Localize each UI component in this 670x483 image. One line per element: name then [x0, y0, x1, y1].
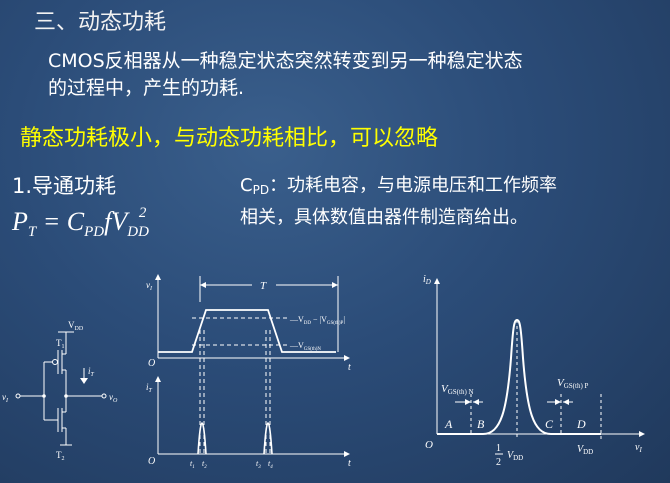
waveform-t-axis-top: t [348, 362, 351, 373]
cpd-note-line-1-text: ：功耗电容，与电源电压和工作频率 [269, 175, 558, 196]
intro-line-2: 的过程中，产生的功耗. [48, 77, 245, 99]
waveform-level-low-label: —VGS(th)N [289, 341, 321, 352]
intro-line-1: CMOS反相器从一种稳定状态突然转变到另一种稳定状态 [48, 50, 523, 72]
transfer-vi-axis-label: vI [635, 442, 642, 454]
waveform-diagram: vI iT T —VDD − |VGS(th)P| —VGS(th)N O O … [146, 274, 351, 470]
circuit-vo-label: vO [109, 392, 118, 404]
formula-p-sub: T [27, 224, 37, 240]
power-formula: PT = CPDfVDD 2 [12, 205, 149, 241]
cpd-note-line-2: 相关，具体数值由器件制造商给出。 [240, 207, 528, 228]
circuit-t1-label: T1 [56, 338, 65, 350]
intro-paragraph: CMOS反相器从一种稳定状态突然转变到另一种稳定状态 的过程中，产生的功耗. [48, 48, 523, 102]
transfer-vdd-label: VDD [577, 444, 593, 456]
transfer-region-b: B [477, 417, 485, 431]
waveform-t3-label: t3 [256, 459, 261, 470]
cpd-note-line-1: CPD：功耗电容，与电源电压和工作频率 [240, 172, 557, 204]
circuit-it-label: iT [88, 366, 95, 378]
waveform-t-axis-bottom: t [348, 458, 351, 469]
circuit-t2-label: T2 [56, 450, 65, 460]
formula-v-sup: 2 [138, 205, 147, 221]
waveform-origin-top: O [148, 358, 155, 369]
transfer-region-c: C [545, 417, 554, 431]
transfer-origin-label: O [425, 439, 433, 451]
circuit-vi-label: vI [2, 392, 9, 404]
cmos-inverter-circuit: VDD T1 T2 vI vO iT [2, 320, 118, 460]
formula-eq-c: = C [36, 207, 85, 236]
waveform-it-axis-label: iT [146, 382, 153, 394]
transfer-half-vdd-label: VDD [507, 450, 523, 462]
transfer-vgsn-label: VGS(th) N [441, 383, 474, 396]
subheading-conduction-power: 1.导通功耗 [12, 174, 117, 198]
waveform-t1-label: t1 [190, 459, 195, 470]
waveform-t2-label: t2 [202, 459, 207, 470]
circuit-vdd-label: VDD [68, 320, 84, 332]
formula-c-sub: PD [84, 224, 105, 240]
transfer-half-numerator: 1 [496, 443, 501, 454]
cpd-symbol-sub: PD [252, 183, 270, 197]
cpd-symbol: C [240, 175, 253, 196]
formula-v-sub: DD [127, 224, 149, 240]
waveform-origin-bottom: O [148, 456, 155, 467]
transfer-characteristic-diagram: iD vI O VGS(th) N VGS(th) P A B C D 1 2 … [423, 274, 645, 468]
waveform-vi-axis-label: vI [146, 280, 153, 292]
waveform-period-label: T [260, 280, 267, 292]
formula-p: P [12, 207, 28, 236]
transfer-id-axis-label: iD [423, 274, 431, 286]
transfer-region-d: D [576, 417, 586, 431]
cpd-note: CPD：功耗电容，与电源电压和工作频率 相关，具体数值由器件制造商给出。 [240, 172, 557, 231]
transfer-region-a: A [444, 417, 453, 431]
waveform-level-high-label: —VDD − |VGS(th)P| [289, 315, 345, 326]
waveform-t4-label: t4 [268, 459, 273, 470]
highlight-statement: 静态功耗极小，与动态功耗相比，可以忽略 [20, 126, 439, 151]
formula-fv: fV [104, 207, 128, 236]
transfer-half-denominator: 2 [496, 457, 501, 468]
transfer-vgsp-label: VGS(th) P [557, 377, 589, 390]
section-title: 三、动态功耗 [34, 10, 167, 35]
